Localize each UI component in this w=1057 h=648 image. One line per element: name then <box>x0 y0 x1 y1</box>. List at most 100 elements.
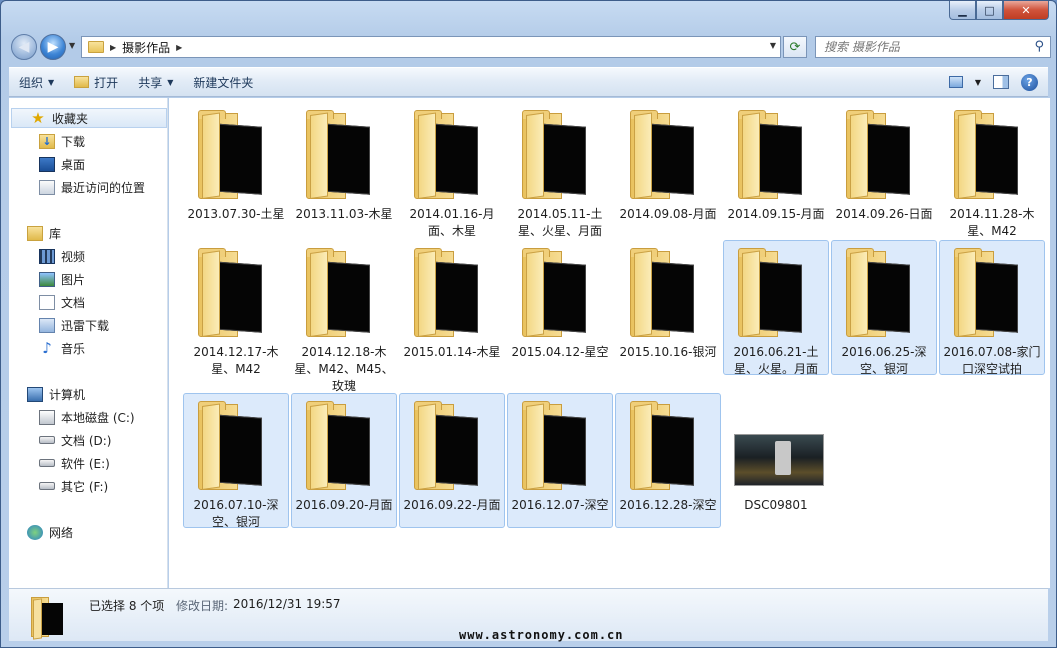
refresh-icon: ⟳ <box>789 39 801 55</box>
folder-item[interactable]: 2016.12.28-深空 <box>615 393 721 528</box>
selection-count: 已选择 8 个项 <box>89 599 165 613</box>
folder-item[interactable]: 2014.11.28-木星、M42 <box>939 102 1045 238</box>
nav-documents[interactable]: 文档 <box>9 292 167 312</box>
breadcrumb-item[interactable]: 摄影作品 <box>122 39 170 56</box>
nav-xunlei-downloads[interactable]: 迅雷下载 <box>9 315 167 335</box>
nav-pictures[interactable]: 图片 <box>9 269 167 289</box>
address-bar[interactable]: ▶ 摄影作品 ▶ ▼ <box>81 36 781 58</box>
arrow-left-icon: ◀ <box>18 39 30 55</box>
folder-icon <box>410 247 496 341</box>
item-label: 2015.10.16-银河 <box>619 345 717 359</box>
folder-icon <box>518 247 604 341</box>
nav-drive-c[interactable]: 本地磁盘 (C:) <box>9 407 167 427</box>
folder-icon <box>734 109 820 203</box>
search-box[interactable]: ⚲ <box>815 36 1051 58</box>
nav-videos[interactable]: 视频 <box>9 246 167 266</box>
arrow-right-icon: ▶ <box>47 39 59 55</box>
folder-item[interactable]: 2014.12.18-木星、M42、M45、玫瑰 <box>291 240 397 393</box>
nav-libraries[interactable]: 库 <box>9 223 167 243</box>
folder-item[interactable]: 2014.01.16-月面、木星 <box>399 102 505 238</box>
folder-item[interactable]: 2015.10.16-银河 <box>615 240 721 375</box>
refresh-button[interactable]: ⟳ <box>783 36 807 58</box>
navigation-pane: ★ 收藏夹 ↓ 下载 桌面 最近访问的位置 库 视频 图片 文档 迅雷下载 ♪ … <box>9 98 168 588</box>
view-options-dropdown[interactable]: ▼ <box>975 78 981 87</box>
folder-icon <box>88 41 104 53</box>
close-button[interactable]: ✕ <box>1003 1 1049 20</box>
folder-item[interactable]: 2015.04.12-星空 <box>507 240 613 375</box>
search-icon[interactable]: ⚲ <box>1034 39 1044 54</box>
new-folder-label: 新建文件夹 <box>193 75 254 90</box>
item-label: 2014.12.17-木星、M42 <box>193 345 279 376</box>
video-library-icon <box>39 248 55 264</box>
nav-label: 视频 <box>61 249 86 264</box>
share-button[interactable]: 共享 ▼ <box>128 70 183 94</box>
hard-drive-icon <box>39 482 55 490</box>
folder-item[interactable]: 2016.06.21-土星、火星。月面 <box>723 240 829 376</box>
folder-item[interactable]: 2014.09.26-日面 <box>831 102 937 237</box>
nav-drive-f[interactable]: 其它 (F:) <box>9 476 167 496</box>
folder-item[interactable]: 2013.11.03-木星 <box>291 102 397 237</box>
item-label: 2014.05.11-土星、火星、月面 <box>517 207 603 238</box>
item-label: 2014.01.16-月面、木星 <box>409 207 495 238</box>
forward-button[interactable]: ▶ <box>40 34 66 60</box>
folder-item[interactable]: 2014.12.17-木星、M42 <box>183 240 289 376</box>
folder-item[interactable]: 2016.09.20-月面 <box>291 393 397 528</box>
nav-label: 文档 <box>61 295 86 310</box>
xunlei-library-icon <box>39 317 55 333</box>
nav-desktop[interactable]: 桌面 <box>9 154 167 174</box>
folder-item[interactable]: 2016.09.22-月面 <box>399 393 505 528</box>
image-file-item[interactable]: DSC09801 <box>723 393 829 528</box>
breadcrumb-arrow-icon[interactable]: ▶ <box>176 43 182 52</box>
chevron-down-icon: ▼ <box>48 77 55 87</box>
item-label: 2016.12.07-深空 <box>511 498 609 512</box>
folder-icon <box>302 400 388 494</box>
change-view-icon[interactable] <box>948 76 963 88</box>
folder-item[interactable]: 2014.09.15-月面 <box>723 102 829 237</box>
breadcrumb-arrow-icon[interactable]: ▶ <box>110 43 116 52</box>
nav-label: 桌面 <box>61 157 86 172</box>
folder-icon <box>194 247 280 341</box>
minimize-button[interactable]: ▁ <box>949 1 976 20</box>
folder-item[interactable]: 2014.05.11-土星、火星、月面 <box>507 102 613 238</box>
item-label: 2014.09.26-日面 <box>835 207 933 221</box>
system-drive-icon <box>39 409 55 425</box>
new-folder-button[interactable]: 新建文件夹 <box>183 70 263 94</box>
item-label: 2016.06.21-土星、火星。月面 <box>733 345 819 376</box>
organize-button[interactable]: 组织 ▼ <box>9 70 64 94</box>
folder-item[interactable]: 2014.09.08-月面 <box>615 102 721 237</box>
nav-drive-d[interactable]: 文档 (D:) <box>9 430 167 450</box>
nav-music[interactable]: ♪ 音乐 <box>9 338 167 358</box>
library-icon <box>27 225 43 241</box>
folder-item[interactable]: 2013.07.30-土星 <box>183 102 289 237</box>
folder-icon <box>950 247 1036 341</box>
folder-icon <box>29 595 67 640</box>
nav-favorites[interactable]: ★ 收藏夹 <box>11 108 167 128</box>
nav-recent-places[interactable]: 最近访问的位置 <box>9 177 167 197</box>
nav-label: 下载 <box>61 134 86 149</box>
folder-item[interactable]: 2015.01.14-木星 <box>399 240 505 375</box>
folder-item[interactable]: 2016.12.07-深空 <box>507 393 613 528</box>
organize-label: 组织 <box>19 75 44 90</box>
open-label: 打开 <box>94 75 119 90</box>
preview-pane-icon[interactable] <box>993 75 1009 89</box>
folder-icon <box>194 109 280 203</box>
folder-item[interactable]: 2016.07.10-深空、银河 <box>183 393 289 529</box>
open-button[interactable]: 打开 <box>64 70 128 94</box>
help-icon[interactable]: ? <box>1021 73 1038 91</box>
back-button[interactable]: ◀ <box>11 34 37 60</box>
search-input[interactable] <box>824 40 1024 54</box>
item-label: 2016.09.20-月面 <box>295 498 393 512</box>
nav-computer[interactable]: 计算机 <box>9 384 167 404</box>
nav-downloads[interactable]: ↓ 下载 <box>9 131 167 151</box>
folder-icon <box>518 109 604 203</box>
nav-network[interactable]: 网络 <box>9 522 167 542</box>
folder-item[interactable]: 2016.07.08-家门口深空试拍 <box>939 240 1045 376</box>
folder-item[interactable]: 2016.06.25-深空、银河 <box>831 240 937 376</box>
recent-pages-dropdown[interactable]: ▼ <box>69 41 75 50</box>
maximize-button[interactable]: □ <box>976 1 1003 20</box>
address-dropdown[interactable]: ▼ <box>770 41 776 50</box>
folder-icon <box>626 400 712 494</box>
explorer-window: ▁ □ ✕ ◀ ▶ ▼ ▶ 摄影作品 ▶ ▼ ⟳ ⚲ 组织 ▼ 打开 共享 <box>0 0 1057 648</box>
nav-drive-e[interactable]: 软件 (E:) <box>9 453 167 473</box>
documents-library-icon <box>39 294 55 310</box>
